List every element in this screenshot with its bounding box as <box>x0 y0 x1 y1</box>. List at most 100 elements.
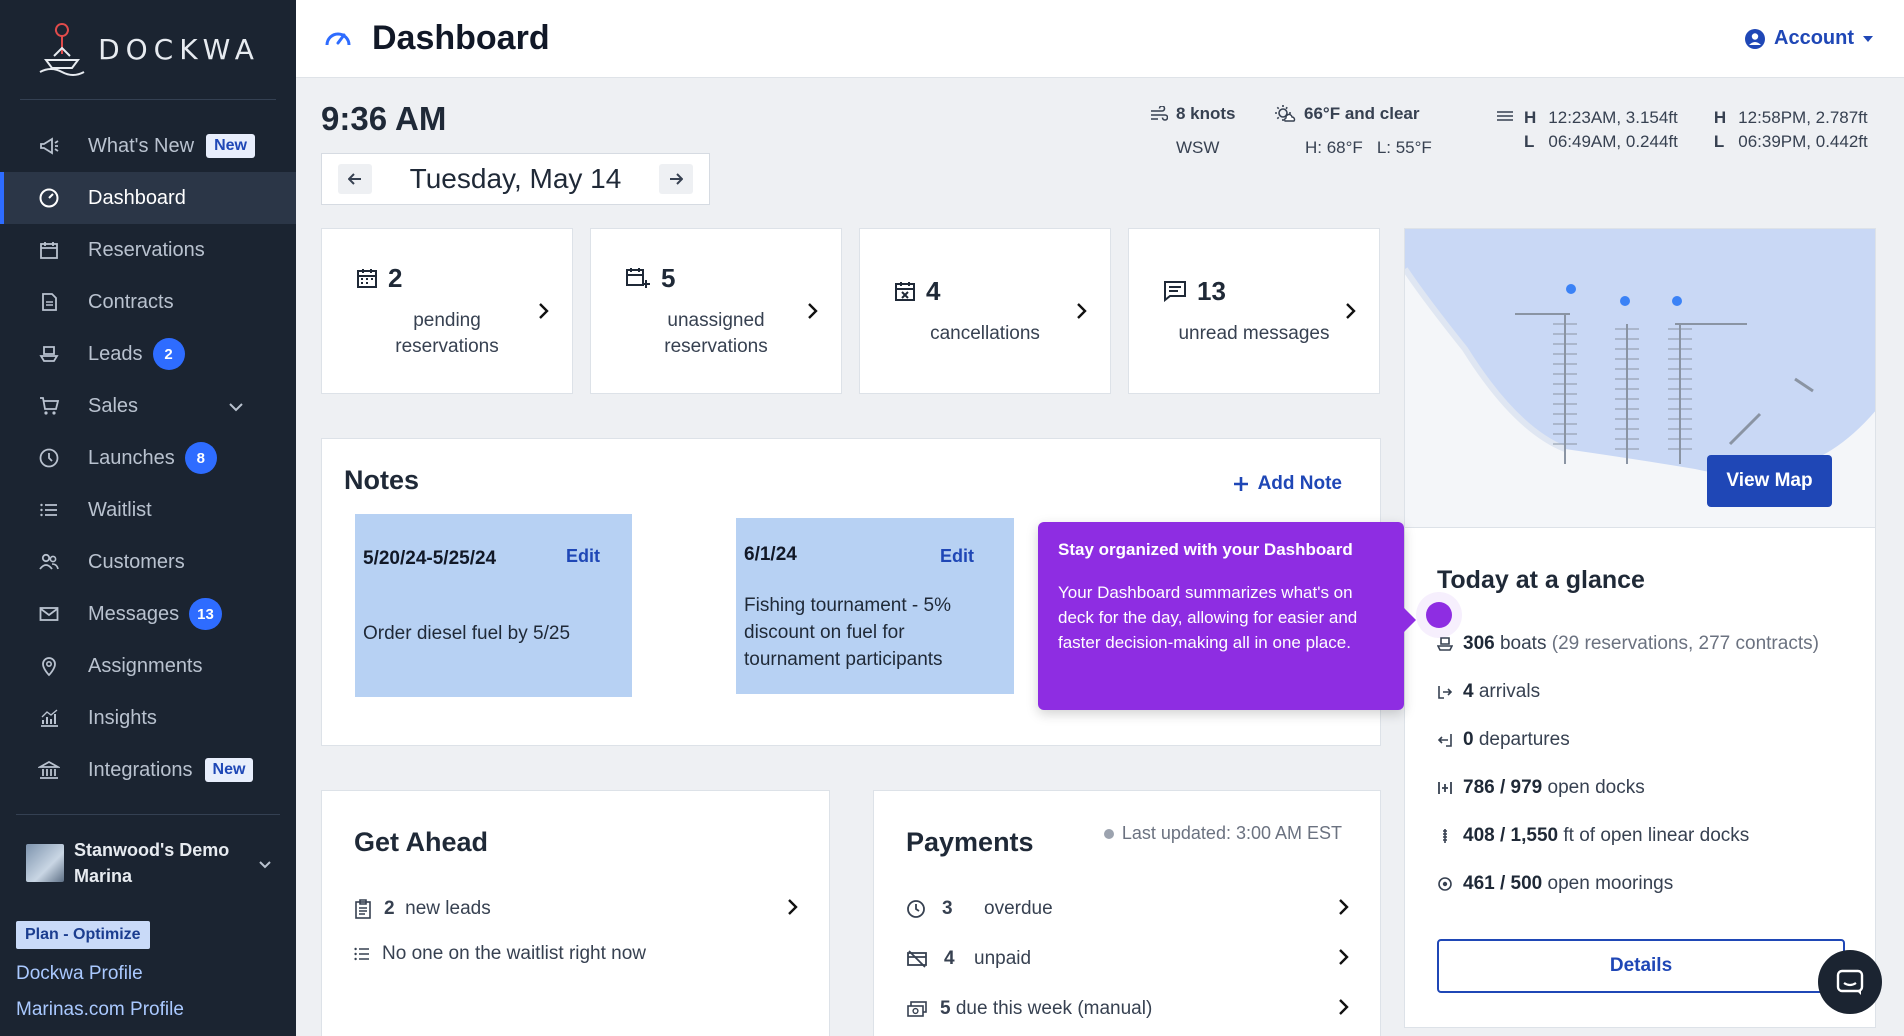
tooltip-title: Stay organized with your Dashboard <box>1058 540 1353 559</box>
tides-widget: H 12:23AM, 3.154ft L 06:49AM, 0.244ft H … <box>1496 106 1868 154</box>
count-badge: 13 <box>189 598 222 630</box>
prev-day-button[interactable] <box>338 164 372 194</box>
sidebar-item-label: Waitlist <box>88 498 152 521</box>
stat-number-row: 13 <box>1163 276 1345 307</box>
page-title: Dashboard <box>372 19 550 57</box>
weather-low: L: 55°F <box>1376 138 1432 157</box>
mooring-icon <box>1438 877 1452 891</box>
get-ahead-title: Get Ahead <box>354 827 489 857</box>
sidebar-item-label: Sales <box>88 394 139 417</box>
brand-name: DOCKWA <box>98 33 260 66</box>
payment-value: 4 <box>944 948 955 969</box>
stat-body: 13 unread messages <box>1163 276 1345 347</box>
details-button[interactable]: Details <box>1437 939 1845 993</box>
sidebar-item-whats-new[interactable]: What's New New <box>0 120 296 172</box>
sidebar-item-reservations[interactable]: Reservations <box>0 224 296 276</box>
departures-value: 0 <box>1463 729 1474 750</box>
chevron-right-icon <box>1338 995 1350 1023</box>
open-docks-row: 786 / 979 open docks <box>1437 777 1645 799</box>
get-ahead-panel: Get Ahead 2 new leads No one on the wait… <box>321 790 830 1036</box>
brand[interactable]: DOCKWA <box>20 0 276 100</box>
chevron-down-icon[interactable] <box>228 395 244 418</box>
note-date: 6/1/24 <box>744 544 797 565</box>
bank-icon <box>36 757 62 783</box>
tide-h-value: 12:23AM, 3.154ft <box>1548 108 1678 127</box>
note-edit-button[interactable]: Edit <box>566 546 600 567</box>
cancellations-card[interactable]: 4 cancellations <box>859 228 1111 394</box>
tide-l-value: 06:49AM, 0.244ft <box>1548 132 1678 151</box>
sidebar-item-launches[interactable]: Launches 8 <box>0 432 296 484</box>
dockwa-profile-link[interactable]: Dockwa Profile <box>16 963 296 985</box>
people-icon <box>36 549 62 575</box>
sidebar-item-assignments[interactable]: Assignments <box>0 640 296 692</box>
stat-value: 5 <box>661 262 676 293</box>
payment-row-overdue[interactable]: 3 overdue <box>906 895 1350 923</box>
sidebar-item-label: Leads <box>88 342 143 365</box>
sidebar-item-sales[interactable]: Sales <box>0 380 296 432</box>
chevron-right-icon <box>787 895 799 923</box>
date-picker: Tuesday, May 14 <box>321 153 710 205</box>
sidebar-item-messages[interactable]: Messages 13 <box>0 588 296 640</box>
payment-label: due this week (manual) <box>955 998 1153 1019</box>
tooltip-hotspot[interactable] <box>1426 602 1452 628</box>
tide-h-label: H <box>1524 108 1537 127</box>
add-note-button[interactable]: Add Note <box>1232 473 1342 495</box>
list-icon <box>354 947 369 961</box>
sidebar-item-integrations[interactable]: Integrations New <box>0 744 296 796</box>
moorings-unit: open moorings <box>1547 873 1674 894</box>
dockwa-logo-icon <box>39 22 85 76</box>
chat-launcher-button[interactable] <box>1818 950 1882 1014</box>
note-edit-button[interactable]: Edit <box>940 546 974 567</box>
unassigned-reservations-card[interactable]: 5 unassigned reservations <box>590 228 842 394</box>
stat-number-row: 2 <box>356 263 538 294</box>
weather-widget: 66°F and clear H: 68°F L: 55°F <box>1274 104 1432 158</box>
onboarding-tooltip[interactable]: Stay organized with your Dashboard Your … <box>1038 522 1416 710</box>
plus-icon <box>1233 477 1248 491</box>
sidebar-item-contracts[interactable]: Contracts <box>0 276 296 328</box>
linear-dock-icon <box>1443 829 1447 843</box>
tide-h-label: H <box>1713 108 1727 127</box>
sidebar-item-customers[interactable]: Customers <box>0 536 296 588</box>
payment-row-unpaid[interactable]: 4 unpaid <box>906 945 1350 973</box>
clock-icon <box>36 445 62 471</box>
calendar-plus-icon <box>626 268 650 288</box>
wind-direction: WSW <box>1176 138 1220 157</box>
payment-row-due-week[interactable]: 5 due this week (manual) <box>906 995 1350 1023</box>
boats-unit: boats <box>1499 633 1547 654</box>
sidebar-item-label: Messages <box>88 602 180 625</box>
current-time: 9:36 AM <box>321 100 447 137</box>
sidebar-item-dashboard[interactable]: Dashboard <box>0 172 296 224</box>
marina-switcher[interactable]: Stanwood's Demo Marina <box>0 815 296 889</box>
next-day-button[interactable] <box>659 164 693 194</box>
stat-value: 2 <box>388 262 403 293</box>
new-badge: New <box>206 134 255 158</box>
weather-summary: 66°F and clear <box>1304 104 1420 123</box>
payment-label: unpaid <box>974 948 1032 969</box>
sidebar-item-waitlist[interactable]: Waitlist <box>0 484 296 536</box>
boat-icon <box>1437 637 1453 651</box>
tide-l-label: L <box>1524 132 1535 151</box>
marina-name-line1: Stanwood's Demo <box>74 840 230 860</box>
sidebar: DOCKWA What's New New Dashboard Reservat… <box>0 0 296 1036</box>
note-card[interactable]: 6/1/24 Edit Fishing tournament - 5% disc… <box>736 518 1014 694</box>
unread-messages-card[interactable]: 13 unread messages <box>1128 228 1380 394</box>
account-menu-button[interactable]: Account <box>1744 27 1874 50</box>
pending-reservations-card[interactable]: 2 pending reservations <box>321 228 573 394</box>
calendar-icon <box>357 269 377 288</box>
stat-label-line1: unassigned <box>667 309 765 331</box>
sidebar-item-label: Launches <box>88 446 175 469</box>
marina-name-line2: Marina <box>74 866 133 886</box>
view-map-button[interactable]: View Map <box>1707 455 1832 507</box>
marinas-profile-link[interactable]: Marinas.com Profile <box>16 999 296 1021</box>
payments-title: Payments <box>906 827 1034 857</box>
new-leads-row[interactable]: 2 new leads <box>354 895 799 923</box>
tooltip-body: Your Dashboard summarizes what's on deck… <box>1058 583 1358 652</box>
message-icon <box>1164 281 1186 302</box>
arrivals-row: 4 arrivals <box>1437 681 1540 703</box>
sidebar-item-insights[interactable]: Insights <box>0 692 296 744</box>
docks-unit: open docks <box>1547 777 1645 798</box>
note-card[interactable]: 5/20/24-5/25/24 Edit Order diesel fuel b… <box>355 514 632 697</box>
linear-unit: ft of open linear docks <box>1563 825 1750 846</box>
sidebar-item-leads[interactable]: Leads 2 <box>0 328 296 380</box>
moorings-value: 461 / 500 <box>1463 873 1543 894</box>
